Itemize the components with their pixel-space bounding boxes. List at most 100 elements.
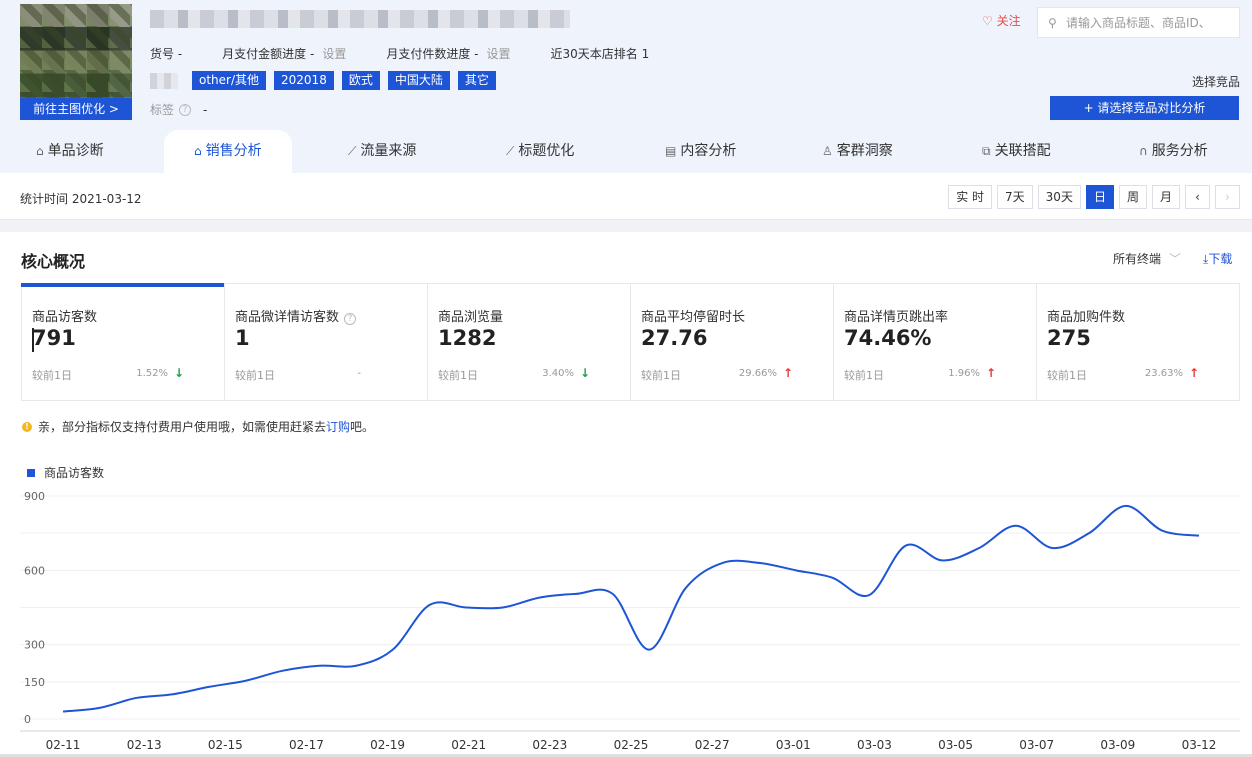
tag: 欧式 (341, 71, 380, 90)
kpi-change-pct: 1.52% (136, 368, 168, 379)
chart-legend[interactable]: 商品访客数 (27, 464, 104, 481)
tab-5[interactable]: ♙ 客群洞察 (822, 130, 893, 173)
label-value: - (203, 102, 208, 117)
paid-notice: ! 亲，部分指标仅支持付费用户使用哦，如需使用赶紧去 订购 吧。 (22, 418, 374, 435)
x-tick-label: 03-03 (857, 738, 892, 752)
tag: 其它 (457, 71, 496, 90)
users-icon: ♙ (822, 144, 833, 158)
kpi-value: 791 (32, 326, 76, 350)
kpi-card[interactable]: 商品平均停留时长 27.76 较前1日 29.66% ↑ (631, 284, 834, 400)
time-button[interactable]: 实 时 (948, 185, 993, 209)
arrow-up-icon: ↑ (985, 366, 996, 380)
y-tick-label: 900 (24, 490, 45, 503)
x-tick-label: 03-12 (1182, 738, 1217, 752)
x-tick-label: 02-15 (208, 738, 243, 752)
help-icon[interactable]: ? (344, 313, 357, 325)
kpi-compare-label: 较前1日 (1047, 369, 1087, 382)
time-button[interactable]: 30天 (1037, 185, 1081, 209)
kpi-value: 1282 (438, 326, 497, 350)
download-button[interactable]: ⤓下载 (1203, 250, 1232, 267)
time-button[interactable]: 月 (1151, 185, 1180, 209)
follow-label: 关注 (996, 14, 1021, 28)
x-tick-label: 03-05 (938, 738, 973, 752)
x-tick-label: 02-19 (370, 738, 405, 752)
kpi-value: 27.76 (641, 326, 708, 350)
x-tick-label: 02-25 (614, 738, 649, 752)
download-label: 下载 (1208, 252, 1233, 266)
kpi-value: 1 (235, 326, 250, 350)
meta-item: 货号 - (150, 45, 182, 62)
tab-label: 流量来源 (360, 143, 417, 159)
kpi-compare-label: 较前1日 (235, 369, 275, 382)
kpi-card[interactable]: 商品详情页跳出率 74.46% 较前1日 1.96% ↑ (834, 284, 1037, 400)
kpi-card[interactable]: 商品访客数 791 较前1日 1.52% ↓ (21, 283, 225, 400)
trend-icon: ⟋ (506, 144, 515, 158)
kpi-change-pct: - (357, 368, 361, 379)
arrow-up-icon: ↑ (782, 366, 793, 380)
compare-competitor-button[interactable]: + 请选择竞品对比分析 (1050, 96, 1239, 120)
arrow-down-icon: ↓ (579, 366, 590, 380)
y-tick-label: 0 (24, 713, 31, 726)
kpi-card[interactable]: 商品浏览量 1282 较前1日 3.40% ↓ (428, 284, 631, 400)
follow-button[interactable]: ♡ 关注 (982, 12, 1021, 29)
product-search[interactable]: ⚲ (1037, 7, 1240, 38)
stat-time: 统计时间 2021-03-12 (20, 192, 142, 206)
terminal-select[interactable]: 所有终端 ﹀ (1113, 250, 1181, 267)
tab-3[interactable]: ⟋ 标题优化 (506, 130, 574, 173)
kpi-name: 商品平均停留时长 (641, 310, 746, 325)
meta-item: 月支付金额进度 - 设置 (222, 45, 346, 62)
x-tick-label: 03-09 (1100, 738, 1135, 752)
x-tick-label: 02-17 (289, 738, 324, 752)
goto-main-image-button[interactable]: 前往主图优化 > (20, 98, 132, 120)
tab-0[interactable]: ⌂ 单品诊断 (36, 130, 104, 173)
arrow-up-icon: ↑ (1188, 366, 1199, 380)
notice-suffix: 吧。 (350, 420, 375, 434)
search-input[interactable] (1066, 14, 1236, 32)
help-icon[interactable]: ? (179, 103, 192, 116)
notice-text: 亲，部分指标仅支持付费用户使用哦，如需使用赶紧去 (38, 420, 327, 434)
kpi-value: 275 (1047, 326, 1091, 350)
time-button[interactable]: 周 (1118, 185, 1147, 209)
kpi-card[interactable]: 商品微详情访客数? 1 较前1日 - (225, 284, 428, 400)
meta-set-link[interactable]: 设置 (486, 47, 510, 61)
tab-label: 标题优化 (518, 143, 575, 159)
tab-1[interactable]: ⌂ 销售分析 (164, 130, 292, 173)
label-title: 标签 (150, 103, 175, 117)
kpi-card[interactable]: 商品加购件数 275 较前1日 23.63% ↑ (1037, 284, 1239, 400)
time-button[interactable]: 7天 (997, 185, 1033, 209)
kpi-name: 商品微详情访客数? (235, 306, 368, 325)
tab-label: 客群洞察 (836, 143, 893, 159)
tab-label: 关联搭配 (994, 143, 1051, 159)
arrow-down-icon: ↓ (173, 366, 184, 380)
time-button[interactable]: 日 (1085, 185, 1114, 209)
tab-2[interactable]: ⟋ 流量来源 (348, 130, 416, 173)
tab-label: 单品诊断 (47, 143, 104, 159)
tab-4[interactable]: ▤ 内容分析 (665, 130, 736, 173)
legend-swatch (27, 468, 35, 477)
meta-set-link[interactable]: 设置 (322, 47, 346, 61)
kpi-change-pct: 1.96% (948, 368, 980, 379)
time-bar: 统计时间 2021-03-12 实 时 7天 30天日周月 ‹ › (0, 173, 1252, 220)
x-tick-label: 03-01 (776, 738, 811, 752)
tab-7[interactable]: ∩ 服务分析 (1139, 130, 1208, 173)
chevron-down-icon: ﹀ (1169, 252, 1182, 266)
x-tick-label: 02-27 (695, 738, 730, 752)
y-tick-label: 300 (24, 639, 45, 652)
kpi-value: 74.46% (844, 326, 932, 350)
time-button[interactable]: › (1215, 185, 1240, 209)
kpi-compare-label: 较前1日 (641, 369, 681, 382)
headset-icon: ∩ (1139, 144, 1148, 158)
panel-title: 核心概况 (21, 252, 86, 271)
bag-icon: ⌂ (194, 144, 202, 158)
blurred-tag (150, 72, 178, 89)
y-tick-label: 150 (24, 676, 45, 689)
kpi-compare-label: 较前1日 (438, 369, 478, 382)
meta-item: 月支付件数进度 - 设置 (386, 45, 510, 62)
kpi-name: 商品详情页跳出率 (844, 310, 949, 325)
tab-label: 销售分析 (205, 143, 262, 159)
tab-6[interactable]: ⧉ 关联搭配 (982, 130, 1051, 173)
product-label-row: 标签 ? - (150, 101, 207, 118)
link-icon: ⧉ (982, 144, 991, 158)
subscribe-link[interactable]: 订购 (326, 418, 350, 435)
time-button[interactable]: ‹ (1185, 185, 1210, 209)
